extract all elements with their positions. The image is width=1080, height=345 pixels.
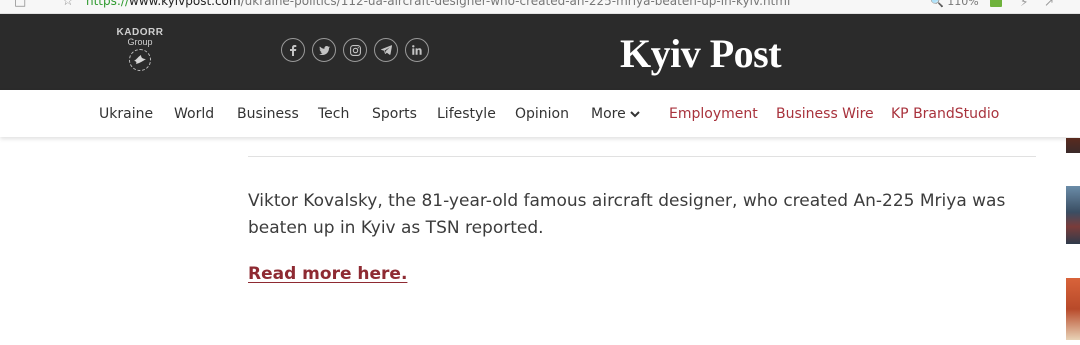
telegram-icon[interactable] [374, 38, 398, 62]
nav-item-employment[interactable]: Employment [669, 106, 758, 122]
nav-item-world[interactable]: World [174, 106, 214, 122]
dove-icon [129, 49, 151, 71]
nav-item-business-wire[interactable]: Business Wire [776, 106, 874, 122]
url-scheme: https:// [86, 0, 130, 8]
nav-item-kp-brandstudio[interactable]: KP BrandStudio [891, 106, 999, 122]
nav-item-sports[interactable]: Sports [372, 106, 417, 122]
social-links [281, 38, 429, 62]
url-host: www.kyivpost.com [129, 0, 241, 8]
sidebar-thumbnail[interactable] [1066, 278, 1080, 340]
nav-item-business[interactable]: Business [237, 106, 299, 122]
site-logo[interactable]: Kyiv Post [620, 30, 782, 78]
bookmark-star-icon[interactable]: ☆ [62, 0, 74, 9]
browser-toolbar: □ ☆ https://www.kyivpost.com/ukraine-pol… [0, 0, 1080, 14]
nav-item-opinion[interactable]: Opinion [515, 106, 569, 122]
nav-item-lifestyle[interactable]: Lifestyle [437, 106, 496, 122]
facebook-icon[interactable] [281, 38, 305, 62]
reader-view-icon[interactable]: □ [14, 0, 26, 9]
extension-icon[interactable] [990, 0, 1002, 7]
instagram-icon[interactable] [343, 38, 367, 62]
partner-logo-line2: Group [127, 37, 153, 47]
nav-item-more-label: More [591, 106, 626, 122]
twitter-icon[interactable] [312, 38, 336, 62]
address-bar[interactable]: https://www.kyivpost.com/ukraine-politic… [86, 0, 790, 8]
nav-item-tech[interactable]: Tech [318, 106, 349, 122]
sidebar-thumbnail[interactable] [1066, 138, 1080, 153]
partner-logo[interactable]: KADORR Group [112, 28, 168, 71]
nav-item-ukraine[interactable]: Ukraine [99, 106, 153, 122]
zoom-level: 110% [947, 0, 979, 8]
linkedin-icon[interactable] [405, 38, 429, 62]
nav-item-more[interactable]: More [591, 106, 640, 122]
main-nav: Ukraine World Business Tech Sports Lifes… [0, 90, 1080, 137]
article-body: Viktor Kovalsky, the 81-year-old famous … [248, 191, 1006, 238]
chevron-down-icon [630, 106, 640, 122]
url-path: /ukraine-politics/112-ua-aircraft-design… [240, 0, 791, 8]
sidebar-thumbnail[interactable] [1066, 186, 1080, 244]
share-icon[interactable]: ↗ [1044, 0, 1054, 9]
extension-icon-2[interactable]: ⚡ [1020, 0, 1028, 9]
article-divider [248, 156, 1036, 157]
read-more-link[interactable]: Read more here. [248, 264, 407, 284]
zoom-indicator[interactable]: 🔍 110% [930, 0, 979, 9]
site-header: KADORR Group Kyiv Post [0, 14, 1080, 90]
